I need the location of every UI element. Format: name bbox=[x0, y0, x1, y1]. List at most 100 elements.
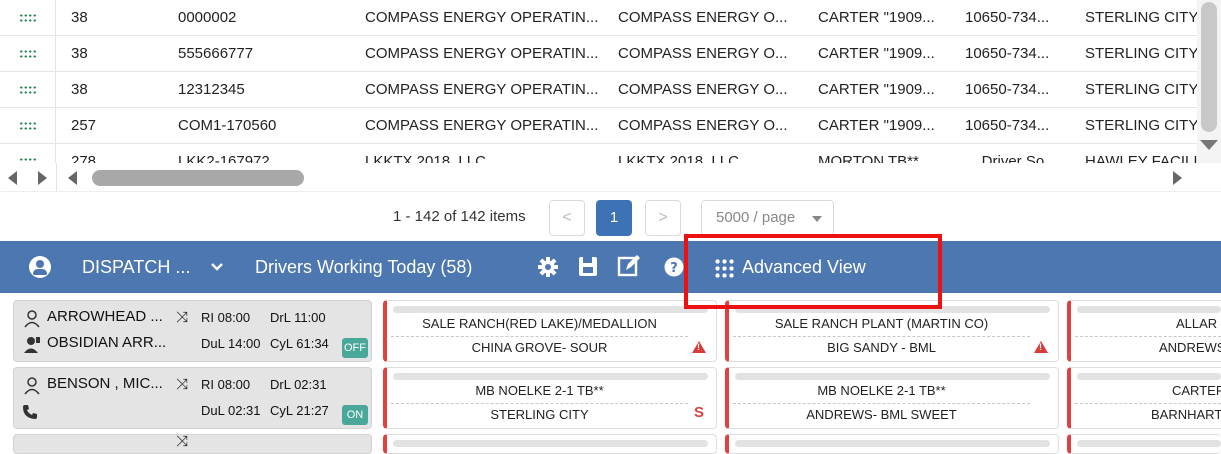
drive-limit: DrL 11:00 bbox=[270, 310, 326, 325]
table-row[interactable]: 257 COM1-170560 COMPASS ENERGY OPERATIN.… bbox=[0, 108, 1197, 144]
cell-num: 38 bbox=[71, 45, 88, 62]
load-card[interactable]: SALE RANCH PLANT (MARTIN CO) BIG SANDY -… bbox=[725, 300, 1059, 362]
frozen-scroll-right-icon[interactable] bbox=[38, 171, 47, 185]
cycle-limit: CyL 21:27 bbox=[270, 403, 329, 418]
cell-facility: STERLING CITY bbox=[1085, 81, 1197, 98]
load-card[interactable]: SALE RANCH(RED LAKE)/MEDALLION CHINA GRO… bbox=[383, 300, 717, 362]
help-icon[interactable]: ? bbox=[663, 241, 685, 293]
shuffle-icon[interactable]: ⤨ bbox=[176, 376, 188, 393]
gear-icon[interactable] bbox=[537, 241, 559, 293]
progress-bar bbox=[393, 440, 708, 447]
cell-well: 10650-734... bbox=[965, 81, 1050, 98]
edit-icon[interactable] bbox=[617, 241, 641, 293]
load-destination: ANDREWS- BML SWEET bbox=[806, 407, 957, 422]
load-card[interactable] bbox=[725, 434, 1059, 454]
progress-bar bbox=[1077, 306, 1221, 313]
pagination-info: 1 - 142 of 142 items bbox=[393, 208, 526, 225]
progress-bar bbox=[1077, 440, 1221, 447]
view-selector[interactable]: Drivers Working Today (58) bbox=[255, 241, 472, 293]
driver-card[interactable]: BENSON , MIC... ⤨ RI 08:00 DrL 02:31 DuL… bbox=[13, 367, 372, 429]
table-row[interactable]: 278 LKK2-167972 LKKTX 2018, LLC LKKTX 20… bbox=[0, 144, 1197, 163]
status-flag: S bbox=[693, 404, 704, 421]
grid-icon[interactable] bbox=[714, 258, 734, 278]
progress-bar bbox=[393, 306, 708, 313]
cell-ticket: LKK2-167972 bbox=[178, 153, 270, 163]
cell-customer: LKKTX 2018, LLC bbox=[618, 153, 739, 163]
cycle-limit: CyL 61:34 bbox=[270, 336, 329, 351]
drag-handle-icon[interactable] bbox=[0, 36, 56, 72]
rest-interval: RI 08:00 bbox=[201, 377, 251, 392]
divider bbox=[1075, 403, 1221, 404]
advanced-view-button[interactable]: Advanced View bbox=[742, 241, 866, 293]
page-1-button[interactable]: 1 bbox=[596, 200, 632, 236]
progress-bar bbox=[393, 373, 708, 380]
duty-limit: DuL 02:31 bbox=[201, 403, 261, 418]
user-icon[interactable] bbox=[29, 256, 51, 278]
phone-icon[interactable] bbox=[22, 404, 38, 420]
shuffle-icon[interactable]: ⤨ bbox=[176, 309, 188, 326]
vertical-scrollbar[interactable] bbox=[1197, 0, 1221, 163]
cell-customer: COMPASS ENERGY O... bbox=[618, 81, 788, 98]
load-card[interactable]: ALLAR " ANDREWS bbox=[1067, 300, 1221, 362]
drag-handle-icon[interactable] bbox=[0, 0, 56, 36]
driver-board: ARROWHEAD ... OBSIDIAN ARR... ⤨ RI 08:00… bbox=[0, 293, 1221, 454]
svg-text:?: ? bbox=[670, 261, 678, 276]
cell-num: 38 bbox=[71, 81, 88, 98]
vertical-scroll-thumb[interactable] bbox=[1201, 2, 1217, 132]
load-origin: CARTER " bbox=[1172, 383, 1221, 398]
cell-num: 38 bbox=[71, 9, 88, 26]
cell-operator: COMPASS ENERGY OPERATIN... bbox=[365, 117, 599, 134]
page-size-value: 5000 / page bbox=[716, 209, 796, 226]
save-icon[interactable] bbox=[577, 241, 599, 293]
cell-lease: CARTER "1909... bbox=[818, 117, 935, 134]
load-card[interactable]: CARTER " BARNHART- bbox=[1067, 367, 1221, 429]
driver-card[interactable]: ARROWHEAD ... OBSIDIAN ARR... ⤨ RI 08:00… bbox=[13, 300, 372, 362]
co-driver-icon bbox=[24, 337, 40, 353]
load-destination: BARNHART- bbox=[1151, 407, 1221, 422]
cell-operator: COMPASS ENERGY OPERATIN... bbox=[365, 9, 599, 26]
cell-ticket: 0000002 bbox=[178, 9, 237, 26]
drag-handle-icon[interactable] bbox=[0, 72, 56, 108]
next-page-button[interactable]: > bbox=[645, 200, 681, 236]
horizontal-scrollbar[interactable] bbox=[0, 163, 1221, 191]
load-origin: ALLAR " bbox=[1176, 316, 1221, 331]
duty-limit: DuL 14:00 bbox=[201, 336, 261, 351]
load-card[interactable]: MB NOELKE 2-1 TB** STERLING CITY S bbox=[383, 367, 717, 429]
load-destination: CHINA GROVE- SOUR bbox=[471, 340, 608, 355]
load-card[interactable]: MB NOELKE 2-1 TB** ANDREWS- BML SWEET bbox=[725, 367, 1059, 429]
drive-limit: DrL 02:31 bbox=[270, 377, 327, 392]
page-size-select[interactable]: 5000 / page bbox=[701, 200, 834, 236]
cell-num: 257 bbox=[71, 117, 97, 134]
frozen-scroll-left-icon[interactable] bbox=[8, 171, 17, 185]
drag-handle-icon[interactable] bbox=[0, 108, 56, 144]
drag-handle-icon[interactable] bbox=[0, 144, 56, 163]
divider bbox=[391, 403, 688, 404]
chevron-down-icon[interactable] bbox=[209, 241, 225, 293]
table-row[interactable]: 38 555666777 COMPASS ENERGY OPERATIN... … bbox=[0, 36, 1197, 72]
scroll-right-icon[interactable] bbox=[1173, 171, 1182, 185]
table-row[interactable]: 38 0000002 COMPASS ENERGY OPERATIN... CO… bbox=[0, 0, 1197, 36]
load-destination: STERLING CITY bbox=[490, 407, 589, 422]
dispatch-title[interactable]: DISPATCH ... bbox=[82, 241, 190, 293]
cell-well: ... Driver So... bbox=[965, 153, 1057, 163]
load-card[interactable] bbox=[1067, 434, 1221, 454]
table-row[interactable]: 38 12312345 COMPASS ENERGY OPERATIN... C… bbox=[0, 72, 1197, 108]
scroll-down-icon[interactable] bbox=[1200, 140, 1218, 150]
chevron-down-icon bbox=[812, 216, 822, 222]
status-badge: ON bbox=[342, 405, 368, 425]
driver-icon bbox=[24, 310, 40, 328]
horizontal-scroll-thumb[interactable] bbox=[92, 170, 304, 186]
divider bbox=[733, 336, 1030, 337]
driver-icon bbox=[24, 377, 40, 395]
cell-lease: MORTON TB** bbox=[818, 153, 919, 163]
scroll-left-icon[interactable] bbox=[68, 171, 77, 185]
cell-customer: COMPASS ENERGY O... bbox=[618, 45, 788, 62]
cell-operator: COMPASS ENERGY OPERATIN... bbox=[365, 81, 599, 98]
driver-card[interactable]: ⤨ bbox=[13, 433, 372, 454]
cell-operator: LKKTX 2018, LLC bbox=[365, 153, 486, 163]
progress-bar bbox=[1077, 373, 1221, 380]
co-driver-name: OBSIDIAN ARR... bbox=[47, 334, 167, 351]
load-card[interactable] bbox=[383, 434, 717, 454]
cell-customer: COMPASS ENERGY O... bbox=[618, 9, 788, 26]
prev-page-button[interactable]: < bbox=[549, 200, 585, 236]
